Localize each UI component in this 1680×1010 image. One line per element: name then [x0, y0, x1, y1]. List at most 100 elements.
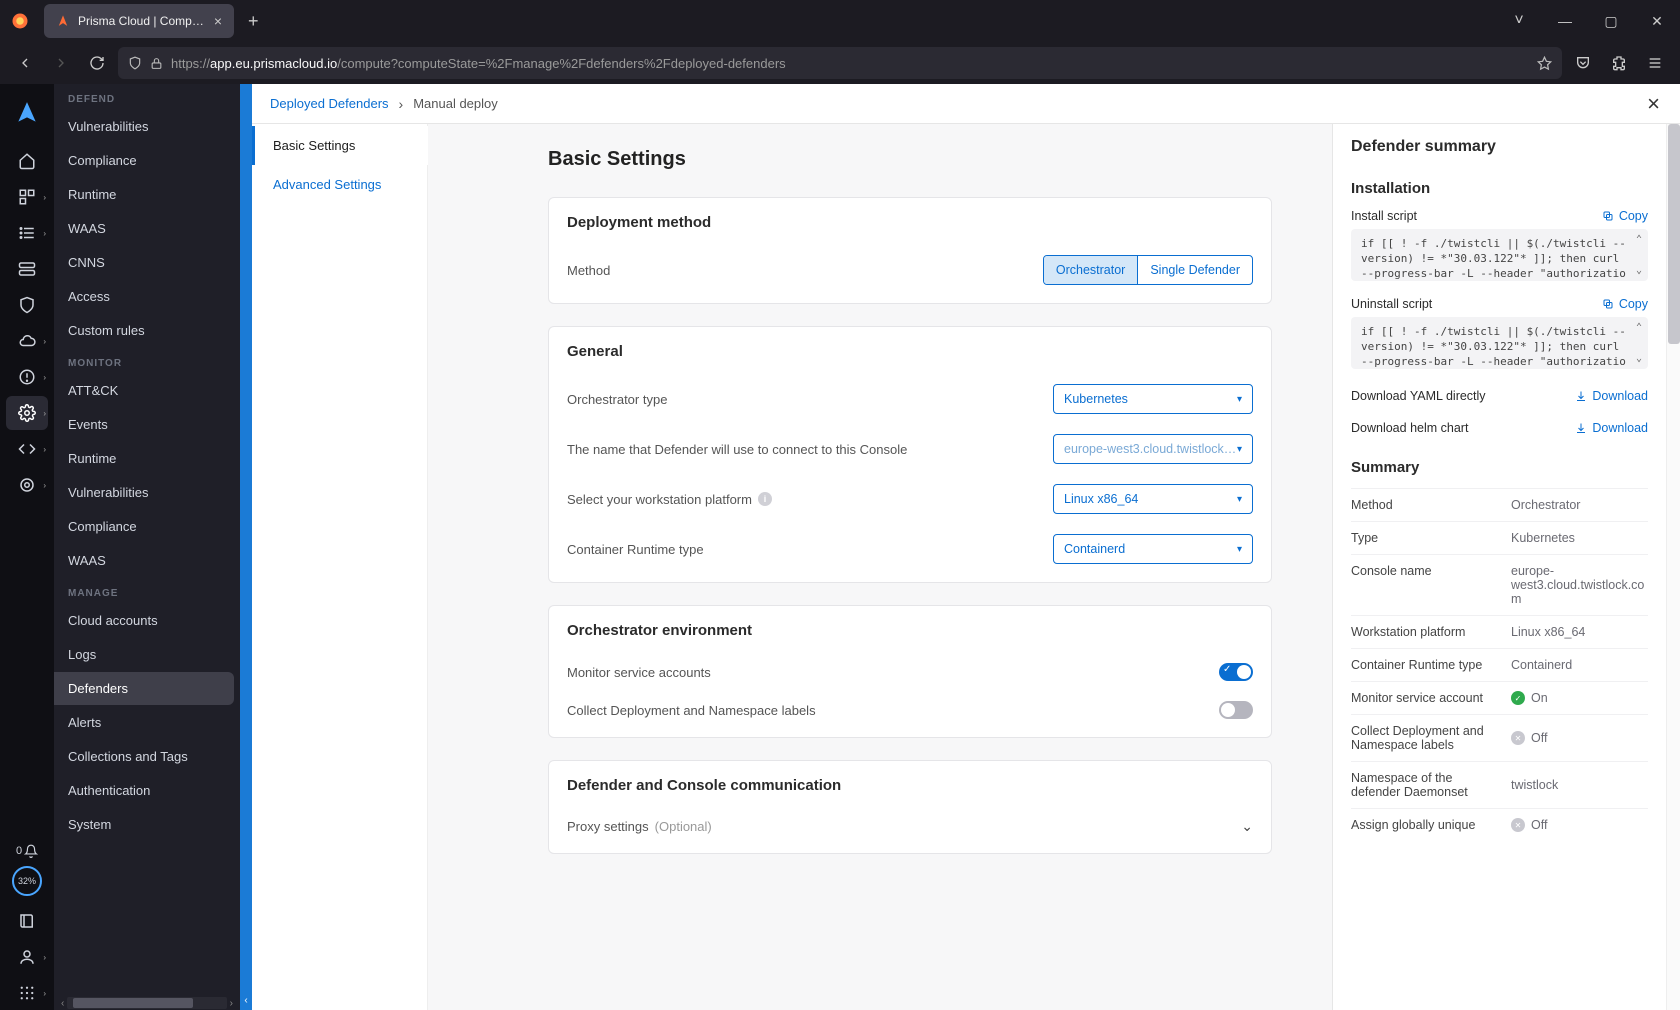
- bookmark-icon[interactable]: [1537, 56, 1552, 71]
- tab-title: Prisma Cloud | Compute: [78, 14, 206, 28]
- crt-select[interactable]: Containerd▾: [1053, 534, 1253, 564]
- download-helm-button[interactable]: Download: [1575, 421, 1648, 435]
- rail-settings-icon[interactable]: ›: [6, 396, 48, 430]
- sidebar-item[interactable]: WAAS: [54, 212, 234, 245]
- console-name-select[interactable]: europe-west3.cloud.twistlock.c...▾: [1053, 434, 1253, 464]
- sidebar-header-manage: MANAGE: [54, 578, 240, 603]
- shield-icon: [128, 56, 142, 70]
- status-off-icon: ✕: [1511, 731, 1525, 745]
- method-toggle: Orchestrator Single Defender: [1043, 255, 1253, 285]
- uninstall-script-code: if [[ ! -f ./twistcli || $(./twistcli --…: [1351, 317, 1648, 369]
- copy-install-button[interactable]: Copy: [1602, 209, 1648, 223]
- sidebar-hscroll[interactable]: ‹›: [58, 996, 236, 1010]
- chevron-right-icon: [399, 96, 404, 112]
- close-button[interactable]: ✕: [1634, 0, 1680, 42]
- address-bar[interactable]: https://app.eu.prismacloud.io/compute?co…: [118, 47, 1562, 79]
- reload-button[interactable]: [82, 48, 112, 78]
- summary-subheading: Summary: [1351, 459, 1648, 476]
- sidebar: DEFEND VulnerabilitiesComplianceRuntimeW…: [54, 84, 240, 1010]
- close-icon[interactable]: ×: [214, 13, 222, 29]
- chevron-down-icon[interactable]: ⌄: [1636, 264, 1642, 278]
- rail-shield-icon[interactable]: [6, 288, 48, 322]
- info-icon[interactable]: i: [758, 492, 772, 506]
- sidebar-item[interactable]: Alerts: [54, 706, 234, 739]
- sidebar-item[interactable]: Compliance: [54, 144, 234, 177]
- proxy-settings-row[interactable]: Proxy settings (Optional) ⌄: [549, 808, 1271, 853]
- rail-network-icon[interactable]: [6, 252, 48, 286]
- maximize-button[interactable]: ▢: [1588, 0, 1634, 42]
- sidebar-item[interactable]: Cloud accounts: [54, 604, 234, 637]
- sidebar-item[interactable]: Authentication: [54, 774, 234, 807]
- sidebar-item[interactable]: Vulnerabilities: [54, 476, 234, 509]
- chevron-down-icon: ▾: [1237, 394, 1242, 405]
- sidebar-item[interactable]: CNNS: [54, 246, 234, 279]
- summary-row: TypeKubernetes: [1351, 521, 1648, 554]
- rail-apps-icon[interactable]: ›: [6, 976, 48, 1010]
- back-button[interactable]: [10, 48, 40, 78]
- breadcrumb-root[interactable]: Deployed Defenders: [270, 96, 389, 111]
- sidebar-item[interactable]: Collections and Tags: [54, 740, 234, 773]
- general-card: General Orchestrator type Kubernetes▾ Th…: [548, 326, 1272, 583]
- monitor-sa-toggle[interactable]: [1219, 663, 1253, 681]
- rail-profile-icon[interactable]: ›: [6, 940, 48, 974]
- summary-row: Collect Deployment and Namespace labels✕…: [1351, 714, 1648, 761]
- summary-heading: Defender summary: [1351, 138, 1648, 156]
- page-title: Basic Settings: [548, 148, 1272, 171]
- sidebar-item[interactable]: Access: [54, 280, 234, 313]
- chevron-down-icon[interactable]: ⌄: [1636, 352, 1642, 366]
- rail-code-icon[interactable]: ›: [6, 432, 48, 466]
- lock-icon: [150, 57, 163, 70]
- rail-dashboard-icon[interactable]: ›: [6, 180, 48, 214]
- sidebar-header-monitor: MONITOR: [54, 348, 240, 373]
- installation-heading: Installation: [1351, 180, 1648, 197]
- copy-uninstall-button[interactable]: Copy: [1602, 297, 1648, 311]
- extensions-icon[interactable]: [1604, 48, 1634, 78]
- summary-row: MethodOrchestrator: [1351, 488, 1648, 521]
- ws-platform-select[interactable]: Linux x86_64▾: [1053, 484, 1253, 514]
- save-to-pocket-icon[interactable]: [1568, 48, 1598, 78]
- rail-book-icon[interactable]: [6, 904, 48, 938]
- sidebar-item[interactable]: Events: [54, 408, 234, 441]
- ws-platform-label: Select your workstation platformi: [567, 492, 1039, 507]
- orch-type-select[interactable]: Kubernetes▾: [1053, 384, 1253, 414]
- sidebar-item[interactable]: Runtime: [54, 178, 234, 211]
- url-text: https://app.eu.prismacloud.io/compute?co…: [171, 56, 1529, 71]
- usage-ring[interactable]: 32%: [12, 860, 42, 902]
- rail-cloud-icon[interactable]: ›: [6, 324, 48, 358]
- download-yaml-label: Download YAML directly: [1351, 389, 1486, 403]
- alarm-indicator[interactable]: 0: [16, 844, 38, 858]
- new-tab-button[interactable]: +: [234, 11, 273, 32]
- method-label: Method: [567, 263, 1029, 278]
- rail-alert-icon[interactable]: ›: [6, 360, 48, 394]
- prisma-logo-icon[interactable]: [14, 90, 40, 142]
- browser-tab[interactable]: Prisma Cloud | Compute ×: [44, 4, 234, 38]
- collect-labels-toggle[interactable]: [1219, 701, 1253, 719]
- rail-process-icon[interactable]: ›: [6, 468, 48, 502]
- method-single-defender[interactable]: Single Defender: [1137, 256, 1252, 284]
- sidebar-item[interactable]: Custom rules: [54, 314, 234, 347]
- status-on-icon: ✓: [1511, 691, 1525, 705]
- collapse-sidebar-button[interactable]: ‹: [240, 84, 252, 1010]
- card-title: Orchestrator environment: [549, 606, 1271, 653]
- settings-subnav: Basic Settings› Advanced Settings: [252, 124, 428, 1010]
- sidebar-item[interactable]: System: [54, 808, 234, 841]
- tabs-dropdown-icon[interactable]: ˅: [1496, 0, 1542, 42]
- sidebar-item[interactable]: ATT&CK: [54, 374, 234, 407]
- sidebar-item[interactable]: Vulnerabilities: [54, 110, 234, 143]
- sidebar-item[interactable]: Logs: [54, 638, 234, 671]
- method-orchestrator[interactable]: Orchestrator: [1044, 256, 1137, 284]
- download-yaml-button[interactable]: Download: [1575, 389, 1648, 403]
- app-menu-icon[interactable]: [1640, 48, 1670, 78]
- minimize-button[interactable]: —: [1542, 0, 1588, 42]
- sidebar-item[interactable]: WAAS: [54, 544, 234, 577]
- close-icon[interactable]: ×: [1647, 91, 1660, 117]
- sidebar-item[interactable]: Defenders: [54, 672, 234, 705]
- sidebar-item[interactable]: Runtime: [54, 442, 234, 475]
- chevron-down-icon: ▾: [1237, 544, 1242, 555]
- rail-home-icon[interactable]: [6, 144, 48, 178]
- sidebar-item[interactable]: Compliance: [54, 510, 234, 543]
- rail-policy-icon[interactable]: ›: [6, 216, 48, 250]
- chevron-up-icon[interactable]: ⌃: [1636, 321, 1642, 335]
- main-vscroll[interactable]: [1666, 124, 1680, 1010]
- chevron-up-icon[interactable]: ⌃: [1636, 233, 1642, 247]
